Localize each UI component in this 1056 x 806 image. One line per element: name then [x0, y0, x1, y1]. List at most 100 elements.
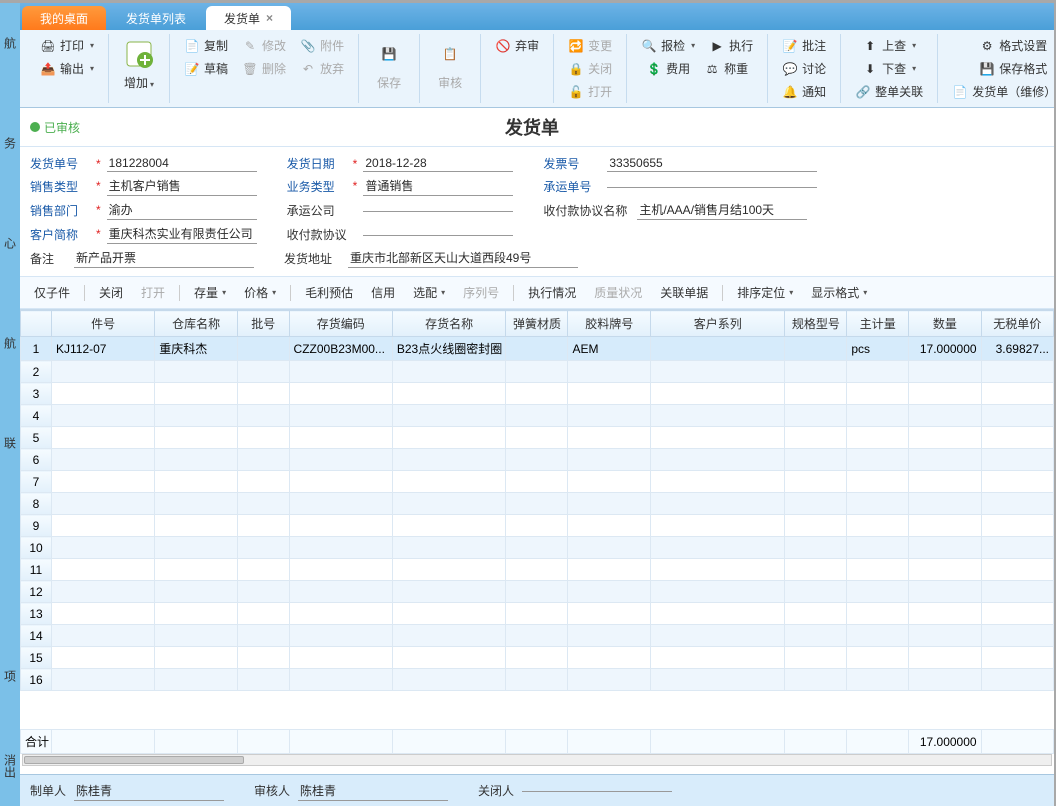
table-row[interactable]: 13	[21, 603, 1054, 625]
printer-icon: 🖨	[40, 38, 56, 54]
close-icon[interactable]: ×	[266, 11, 273, 25]
invoice-no-field[interactable]: 33350655	[607, 155, 817, 172]
table-row[interactable]: 6	[21, 449, 1054, 471]
lookup-down-button[interactable]: ⬇下查▾	[856, 57, 922, 80]
table-row[interactable]: 5	[21, 427, 1054, 449]
carrier-field[interactable]	[363, 209, 513, 212]
add-button[interactable]: 增加▾	[117, 34, 161, 95]
table-row[interactable]: 4	[21, 405, 1054, 427]
link-all-button[interactable]: 🔗整单关联	[849, 80, 929, 103]
discard-button[interactable]: ↶放弃	[294, 57, 350, 80]
tab-desktop[interactable]: 我的桌面	[22, 6, 106, 30]
gross-button[interactable]: 毛利预估	[297, 281, 361, 304]
col-glue[interactable]: 胶料牌号	[568, 311, 651, 337]
delete-button[interactable]: 🗑删除	[236, 57, 292, 80]
exec-status-button[interactable]: 执行情况	[520, 281, 584, 304]
sale-type-field[interactable]: 主机客户销售	[107, 176, 257, 196]
table-row[interactable]: 12	[21, 581, 1054, 603]
col-code[interactable]: 存货编码	[289, 311, 392, 337]
ship-no-field[interactable]: 181228004	[107, 155, 257, 172]
col-batch[interactable]: 批号	[237, 311, 289, 337]
ship-addr-label: 发货地址	[284, 250, 344, 267]
carrier-no-field[interactable]	[607, 185, 817, 188]
table-row[interactable]: 9	[21, 515, 1054, 537]
fee-button[interactable]: 💲费用	[640, 57, 696, 80]
modify-button[interactable]: ✎修改	[236, 34, 292, 57]
ship-addr-field[interactable]: 重庆市北部新区天山大道西段49号	[348, 248, 578, 268]
col-spring[interactable]: 弹簧材质	[506, 311, 568, 337]
sidenav-item[interactable]: 消出	[0, 726, 20, 806]
scale-icon: ⚖	[704, 61, 720, 77]
discuss-button[interactable]: 💬讨论	[776, 57, 832, 80]
sort-button[interactable]: 排序定位▾	[729, 281, 801, 304]
weigh-button[interactable]: ⚖称重	[698, 57, 754, 80]
close-line-button[interactable]: 关闭	[91, 281, 131, 304]
close-doc-button[interactable]: 🔒关闭	[562, 57, 618, 80]
col-name[interactable]: 存货名称	[392, 311, 506, 337]
pay-name-field[interactable]: 主机/AAA/销售月结100天	[637, 200, 807, 220]
save-button[interactable]: 💾保存	[367, 34, 411, 95]
col-wh[interactable]: 仓库名称	[155, 311, 238, 337]
credit-button[interactable]: 信用	[363, 281, 403, 304]
notify-button[interactable]: 🔔通知	[776, 80, 832, 103]
format-settings-button[interactable]: ⚙格式设置	[973, 34, 1053, 57]
table-row[interactable]: 14	[21, 625, 1054, 647]
price-button[interactable]: 价格▾	[236, 281, 284, 304]
copy-button[interactable]: 📄复制	[178, 34, 234, 57]
pay-agr-field[interactable]	[363, 233, 513, 236]
open-doc-button[interactable]: 🔓打开	[562, 80, 618, 103]
sidenav-item[interactable]: 项	[0, 636, 20, 716]
ship-date-field[interactable]: 2018-12-28	[363, 155, 513, 172]
display-format-button[interactable]: 显示格式▾	[803, 281, 875, 304]
table-row[interactable]: 10	[21, 537, 1054, 559]
col-uom[interactable]: 主计量	[847, 311, 909, 337]
exec-button[interactable]: ▶执行	[703, 34, 759, 57]
sidenav-item[interactable]: 航	[0, 303, 20, 383]
approve-button[interactable]: 📝批注	[776, 34, 832, 57]
draft-button[interactable]: 📝草稿	[178, 57, 234, 80]
ship-repair-button[interactable]: 📄发货单（维修）B▾	[946, 80, 1056, 103]
sale-dept-field[interactable]: 渝办	[107, 200, 257, 220]
col-price[interactable]: 无税单价	[981, 311, 1053, 337]
change-button[interactable]: 🔁变更	[562, 34, 618, 57]
match-button[interactable]: 选配▾	[405, 281, 453, 304]
table-row[interactable]: 15	[21, 647, 1054, 669]
col-qty[interactable]: 数量	[909, 311, 981, 337]
save-format-button[interactable]: 💾保存格式	[973, 57, 1053, 80]
print-button[interactable]: 🖨打印▾	[34, 34, 100, 57]
attach-button[interactable]: 📎附件	[294, 34, 350, 57]
sidenav-item[interactable]: 航	[0, 3, 20, 83]
col-series[interactable]: 客户系列	[651, 311, 785, 337]
only-child-button[interactable]: 仅子件	[26, 281, 78, 304]
linked-docs-button[interactable]: 关联单据	[652, 281, 716, 304]
table-row[interactable]: 7	[21, 471, 1054, 493]
table-row[interactable]: 16	[21, 669, 1054, 691]
serial-button[interactable]: 序列号	[455, 281, 507, 304]
detail-grid[interactable]: 件号 仓库名称 批号 存货编码 存货名称 弹簧材质 胶料牌号 客户系列 规格型号…	[20, 310, 1054, 691]
remark-field[interactable]: 新产品开票	[74, 248, 254, 268]
biz-type-field[interactable]: 普通销售	[363, 176, 513, 196]
abandon-button[interactable]: 🚫弃审	[489, 34, 545, 57]
stock-button[interactable]: 存量▾	[186, 281, 234, 304]
table-row[interactable]: 3	[21, 383, 1054, 405]
col-spec[interactable]: 规格型号	[785, 311, 847, 337]
table-row[interactable]: 1KJ112-07重庆科杰CZZ00B23M00...B23点火线圈密封圈AEM…	[21, 337, 1054, 361]
tab-ship-doc[interactable]: 发货单 ×	[206, 6, 291, 30]
sidenav-item[interactable]: 心	[0, 203, 20, 283]
col-rownum[interactable]	[21, 311, 52, 337]
audit-button[interactable]: 📋审核	[428, 34, 472, 95]
cust-field[interactable]: 重庆科杰实业有限责任公司	[107, 224, 257, 244]
table-row[interactable]: 8	[21, 493, 1054, 515]
quality-button[interactable]: 质量状况	[586, 281, 650, 304]
table-row[interactable]: 11	[21, 559, 1054, 581]
h-scrollbar[interactable]	[22, 754, 1052, 766]
sidenav-item[interactable]: 联	[0, 403, 20, 483]
tab-ship-list[interactable]: 发货单列表	[108, 6, 204, 30]
sidenav-item[interactable]: 务	[0, 103, 20, 183]
table-row[interactable]: 2	[21, 361, 1054, 383]
inspect-button[interactable]: 🔍报检▾	[635, 34, 701, 57]
lookup-up-button[interactable]: ⬆上查▾	[856, 34, 922, 57]
open-line-button[interactable]: 打开	[133, 281, 173, 304]
export-button[interactable]: 📤输出▾	[34, 57, 100, 80]
col-pn[interactable]: 件号	[51, 311, 154, 337]
